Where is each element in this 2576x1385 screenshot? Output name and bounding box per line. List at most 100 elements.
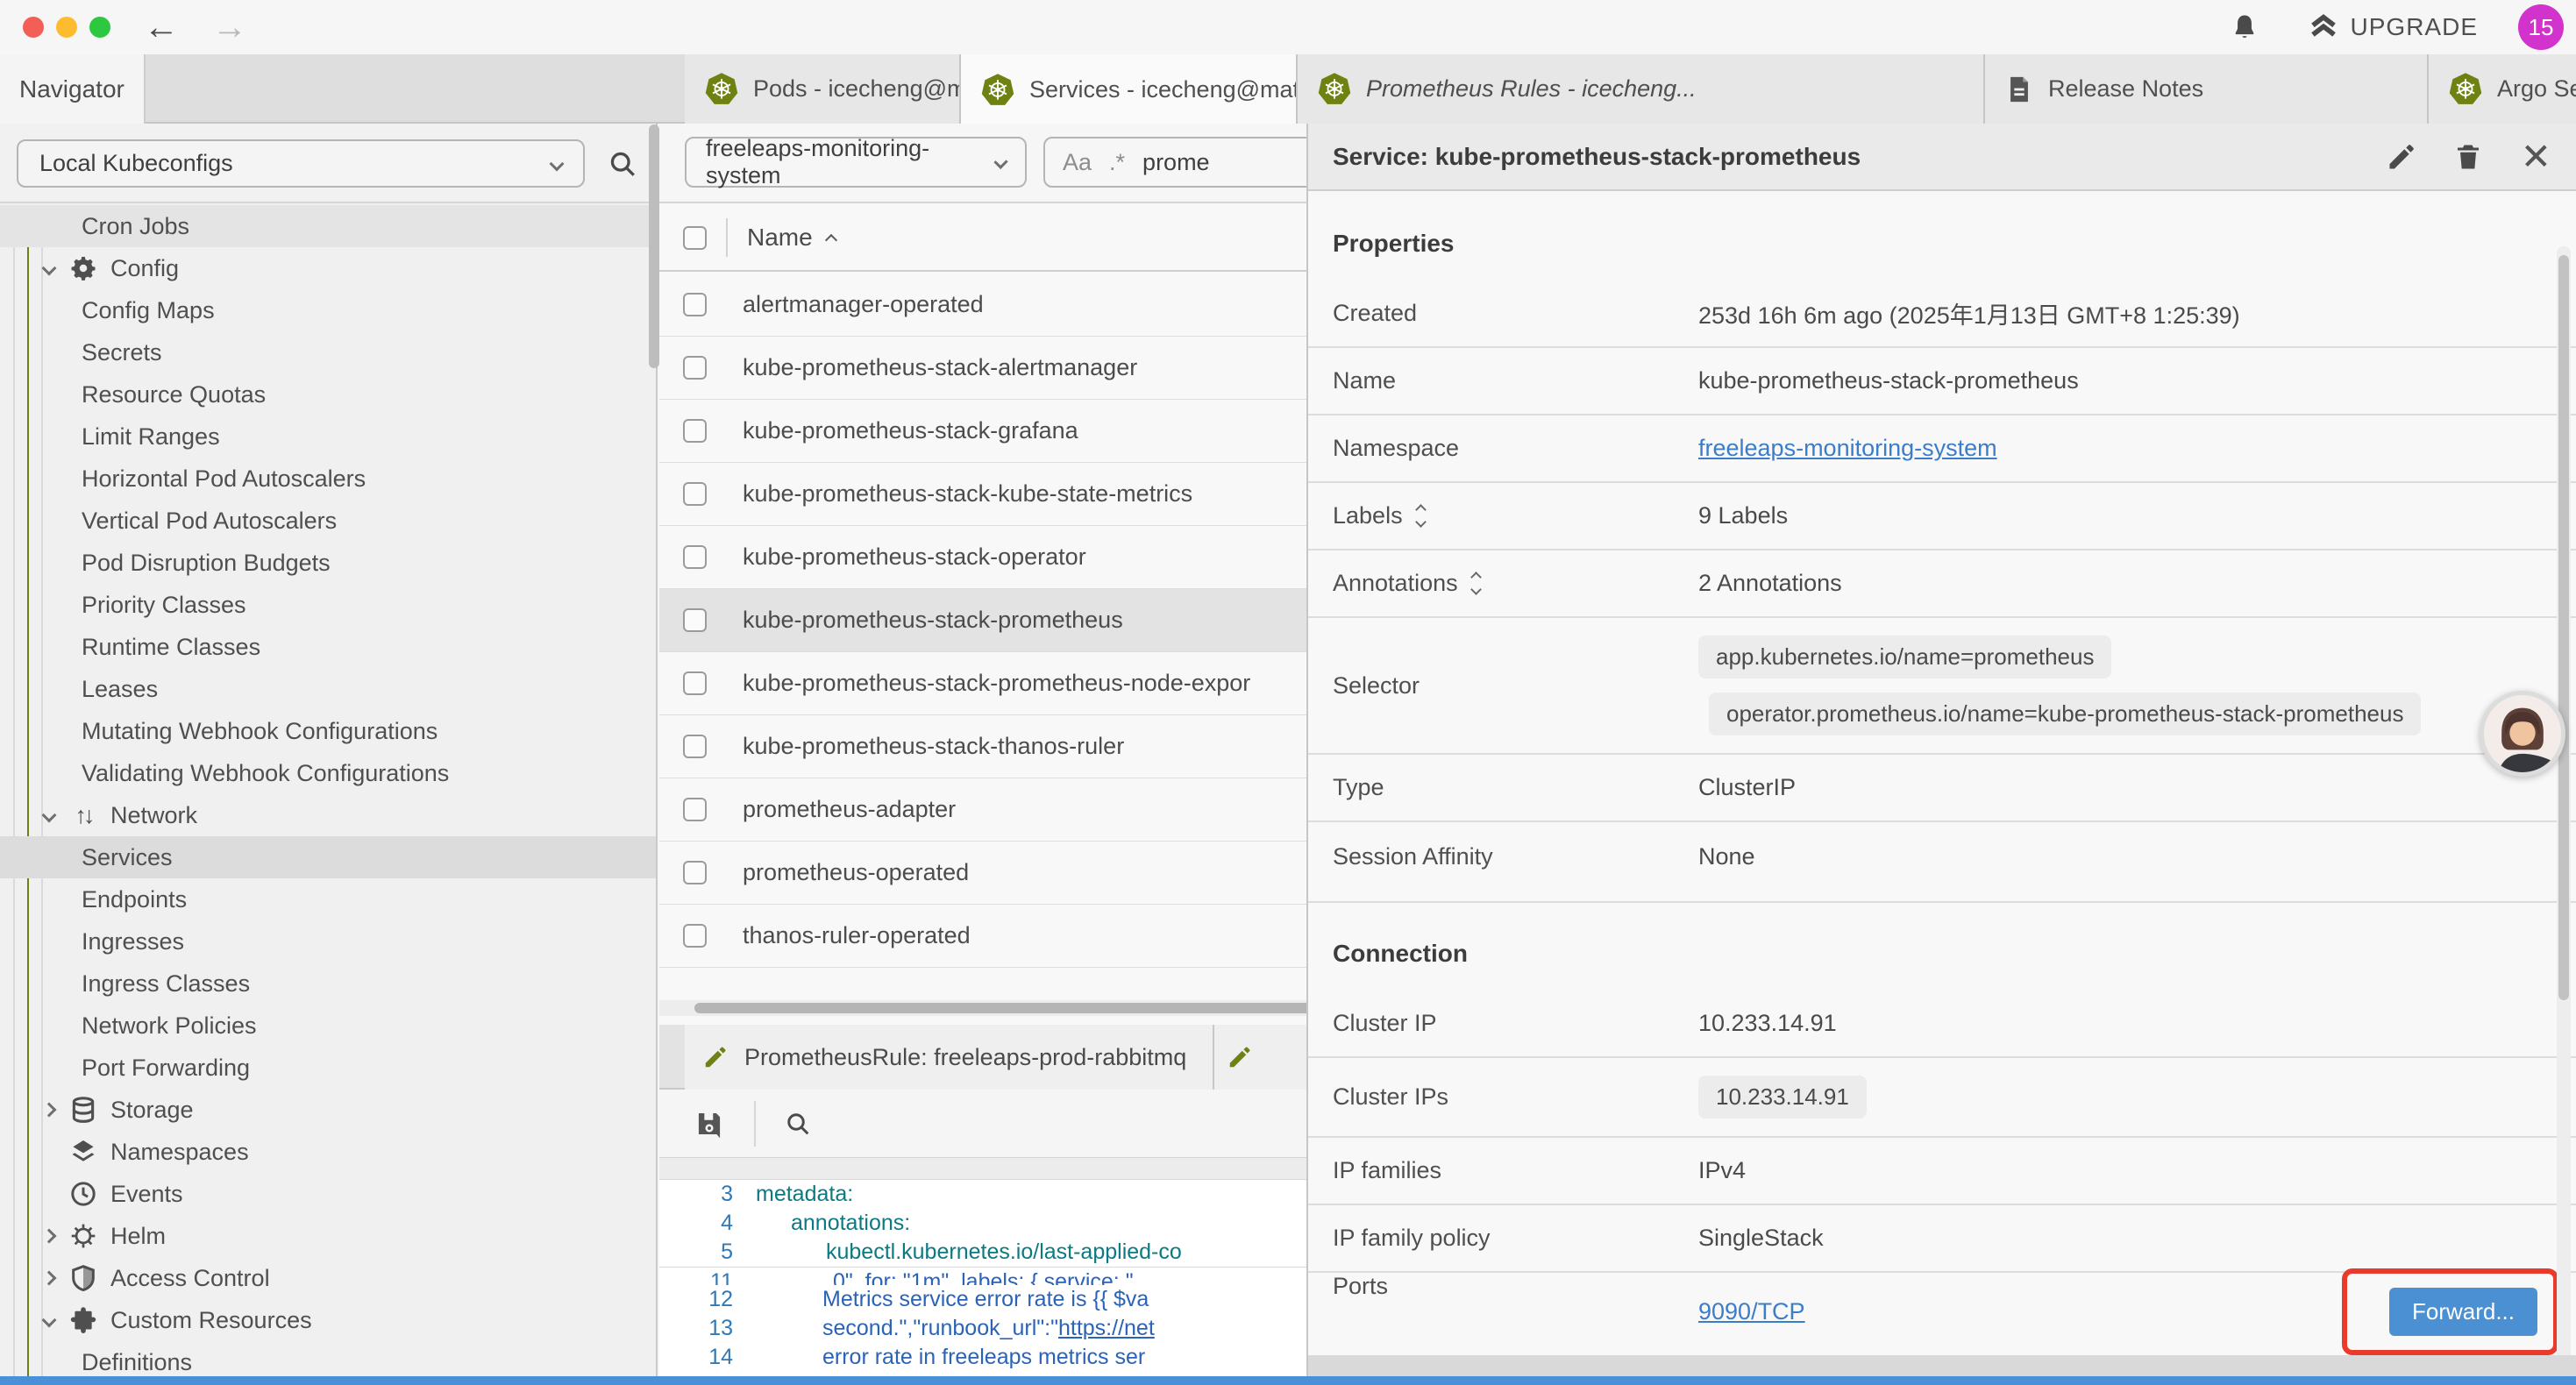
tab-release-notes[interactable]: Release Notes xyxy=(1985,54,2429,124)
forward-button[interactable]: Forward... xyxy=(2389,1288,2537,1336)
search-icon[interactable] xyxy=(607,148,638,180)
row-checkbox[interactable] xyxy=(683,735,707,758)
tab-services-icecheng-math[interactable]: Services - icecheng@math...✕ xyxy=(961,54,1298,125)
section-title-connection: Connection xyxy=(1308,903,2576,991)
document-icon xyxy=(2004,75,2034,104)
sidebar-item-vertical-pod-autoscalers[interactable]: Vertical Pod Autoscalers xyxy=(0,500,656,542)
detail-scrollbar[interactable] xyxy=(2557,246,2571,1377)
sidebar-item-label: Runtime Classes xyxy=(82,634,260,661)
sidebar-item-leases[interactable]: Leases xyxy=(0,668,656,710)
sidebar-item-resource-quotas[interactable]: Resource Quotas xyxy=(0,373,656,416)
sidebar-scrollbar[interactable] xyxy=(649,124,659,368)
zoom-window-button[interactable] xyxy=(89,17,110,38)
select-all-checkbox[interactable] xyxy=(683,226,707,250)
row-checkbox[interactable] xyxy=(683,861,707,884)
name-column-header[interactable]: Name xyxy=(747,224,836,252)
chevron-down-icon[interactable] xyxy=(42,261,57,276)
sidebar-item-storage[interactable]: Storage xyxy=(0,1089,656,1131)
delete-trash-icon[interactable] xyxy=(2452,141,2484,173)
sidebar-item-label: Access Control xyxy=(110,1265,270,1292)
row-checkbox[interactable] xyxy=(683,419,707,443)
detail-row-label: Labels xyxy=(1308,502,1698,529)
minimize-window-button[interactable] xyxy=(56,17,77,38)
sidebar-item-helm[interactable]: Helm xyxy=(0,1215,656,1257)
chevron-down-icon[interactable] xyxy=(42,1313,57,1328)
chevron-down-icon[interactable] xyxy=(42,808,57,823)
sidebar-item-secrets[interactable]: Secrets xyxy=(0,331,656,373)
row-checkbox[interactable] xyxy=(683,924,707,948)
detail-row-label: Name xyxy=(1308,367,1698,394)
row-checkbox[interactable] xyxy=(683,545,707,569)
save-icon[interactable] xyxy=(694,1109,724,1139)
tab-navigator[interactable]: Navigator xyxy=(0,54,146,124)
namespace-link[interactable]: freeleaps-monitoring-system xyxy=(1698,435,1997,462)
sidebar-item-config[interactable]: Config xyxy=(0,247,656,289)
service-name: alertmanager-operated xyxy=(743,291,984,318)
scrollbar-thumb[interactable] xyxy=(2558,255,2569,1000)
sidebar-item-pod-disruption-budgets[interactable]: Pod Disruption Budgets xyxy=(0,542,656,584)
row-checkbox[interactable] xyxy=(683,293,707,316)
match-case-toggle[interactable]: Aa xyxy=(1063,149,1092,176)
sidebar-item-events[interactable]: Events xyxy=(0,1173,656,1215)
sidebar-item-network[interactable]: ↑↓Network xyxy=(0,794,656,836)
detail-row-value: 10.233.14.91 xyxy=(1698,1010,1837,1037)
editor-search-icon[interactable] xyxy=(784,1110,812,1138)
tab-strip: Navigator Pods - icecheng@mathmas...Serv… xyxy=(0,54,2576,124)
kubernetes-icon xyxy=(980,73,1015,108)
row-checkbox[interactable] xyxy=(683,608,707,632)
detail-row-ports: Ports9090/TCPForward...8080:reloader-web… xyxy=(1308,1273,2576,1355)
close-window-button[interactable] xyxy=(23,17,44,38)
chevron-right-icon[interactable] xyxy=(42,1103,57,1118)
service-name: kube-prometheus-stack-operator xyxy=(743,543,1086,571)
detail-row-label: Selector xyxy=(1308,672,1698,700)
sidebar-item-ingress-classes[interactable]: Ingress Classes xyxy=(0,962,656,1005)
close-icon[interactable]: ✕ xyxy=(2521,138,2551,175)
sidebar-item-port-forwarding[interactable]: Port Forwarding xyxy=(0,1047,656,1089)
upgrade-button[interactable]: UPGRADE xyxy=(2309,12,2478,42)
detail-header: Service: kube-prometheus-stack-prometheu… xyxy=(1308,124,2576,191)
sidebar-item-mutating-webhook-configurations[interactable]: Mutating Webhook Configurations xyxy=(0,710,656,752)
sidebar-item-priority-classes[interactable]: Priority Classes xyxy=(0,584,656,626)
back-button[interactable]: ← xyxy=(144,10,179,45)
sidebar-item-config-maps[interactable]: Config Maps xyxy=(0,289,656,331)
tab-pods-icecheng-mathmas[interactable]: Pods - icecheng@mathmas... xyxy=(685,54,961,124)
sidebar-item-network-policies[interactable]: Network Policies xyxy=(0,1005,656,1047)
forward-button[interactable]: → xyxy=(212,10,247,45)
sidebar-item-endpoints[interactable]: Endpoints xyxy=(0,878,656,920)
sidebar-item-runtime-classes[interactable]: Runtime Classes xyxy=(0,626,656,668)
sidebar-item-limit-ranges[interactable]: Limit Ranges xyxy=(0,416,656,458)
tab-argo-se[interactable]: Argo Se xyxy=(2429,54,2576,124)
sidebar-item-horizontal-pod-autoscalers[interactable]: Horizontal Pod Autoscalers xyxy=(0,458,656,500)
notifications-bell-icon[interactable] xyxy=(2230,12,2259,42)
sidebar-item-namespaces[interactable]: Namespaces xyxy=(0,1131,656,1173)
table-search-input[interactable]: Aa .* prome xyxy=(1043,137,1333,188)
sidebar-item-access-control[interactable]: Access Control xyxy=(0,1257,656,1299)
row-checkbox[interactable] xyxy=(683,356,707,380)
expander-icon[interactable] xyxy=(1472,573,1480,593)
tab-prometheus-rules-icecheng[interactable]: Prometheus Rules - icecheng... xyxy=(1298,54,1985,124)
line-number: 5 xyxy=(659,1238,756,1267)
chevron-right-icon[interactable] xyxy=(42,1271,57,1286)
chevron-right-icon[interactable] xyxy=(42,1229,57,1244)
port-link[interactable]: 9090/TCP xyxy=(1698,1298,1805,1325)
yaml-text: error rate in freeleaps metrics ser xyxy=(822,1345,1145,1369)
editor-tab-prometheusrule[interactable]: PrometheusRule: freeleaps-prod-rabbitmq xyxy=(685,1025,1214,1090)
sidebar-item-custom-resources[interactable]: Custom Resources xyxy=(0,1299,656,1341)
sidebar-item-validating-webhook-configurations[interactable]: Validating Webhook Configurations xyxy=(0,752,656,794)
row-checkbox[interactable] xyxy=(683,671,707,695)
sidebar-item-cron-jobs[interactable]: Cron Jobs xyxy=(0,205,656,247)
avatar[interactable] xyxy=(2480,691,2565,777)
notification-count-badge[interactable]: 15 xyxy=(2518,4,2564,50)
regex-toggle[interactable]: .* xyxy=(1109,149,1125,176)
sidebar-item-definitions[interactable]: Definitions xyxy=(0,1341,656,1376)
bottom-accent-bar xyxy=(0,1376,2576,1385)
namespace-selector[interactable]: freeleaps-monitoring-system xyxy=(685,137,1027,188)
row-checkbox[interactable] xyxy=(683,798,707,821)
sidebar-item-services[interactable]: Services xyxy=(0,836,656,878)
sidebar-item-ingresses[interactable]: Ingresses xyxy=(0,920,656,962)
kubeconfig-selector[interactable]: Local Kubeconfigs xyxy=(17,139,585,188)
expander-icon[interactable] xyxy=(1417,506,1425,526)
row-checkbox[interactable] xyxy=(683,482,707,506)
edit-pencil-icon[interactable] xyxy=(2386,141,2417,173)
toolbar-separator xyxy=(754,1101,756,1147)
